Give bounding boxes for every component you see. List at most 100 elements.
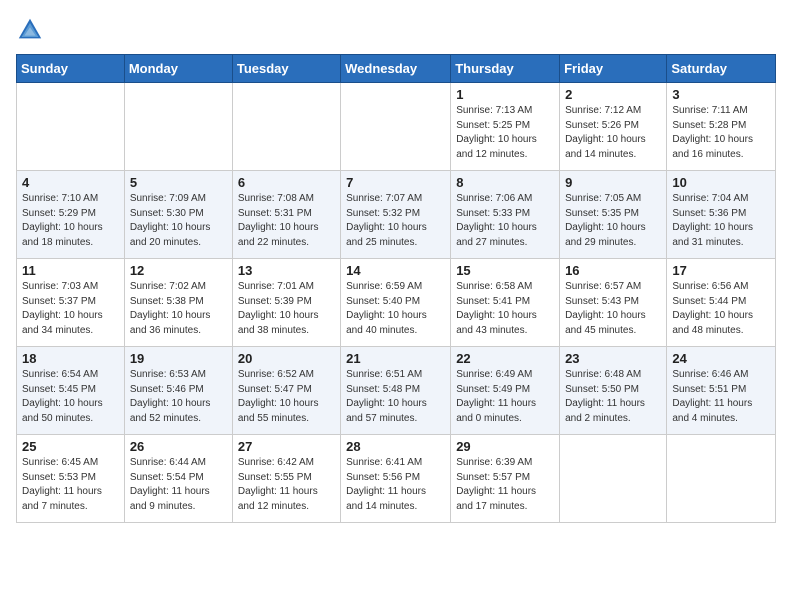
day-cell: 18 Sunrise: 6:54 AM Sunset: 5:45 PM Dayli… (17, 347, 125, 435)
header-day-thursday: Thursday (451, 55, 560, 83)
day-info: Sunrise: 7:05 AM Sunset: 5:35 PM Dayligh… (565, 192, 661, 250)
day-cell: 27Sunrise: 6:42 AM Sunset: 5:55 PM Dayli… (232, 435, 340, 523)
day-number: 24 (672, 351, 770, 366)
day-info: Sunrise: 6:45 AM Sunset: 5:53 PM Dayligh… (22, 456, 119, 514)
day-cell: 8 Sunrise: 7:06 AM Sunset: 5:33 PM Daylig… (451, 171, 560, 259)
day-number: 17 (672, 263, 770, 278)
header (16, 16, 776, 44)
day-cell: 14 Sunrise: 6:59 AM Sunset: 5:40 PM Dayli… (341, 259, 451, 347)
day-number: 13 (238, 263, 335, 278)
day-number: 21 (346, 351, 445, 366)
day-cell: 16 Sunrise: 6:57 AM Sunset: 5:43 PM Dayli… (560, 259, 667, 347)
day-number: 3 (672, 87, 770, 102)
day-cell: 6 Sunrise: 7:08 AM Sunset: 5:31 PM Daylig… (232, 171, 340, 259)
day-info: Sunrise: 6:48 AM Sunset: 5:50 PM Dayligh… (565, 368, 661, 426)
day-info: Sunrise: 6:49 AM Sunset: 5:49 PM Dayligh… (456, 368, 554, 426)
day-info: Sunrise: 7:08 AM Sunset: 5:31 PM Dayligh… (238, 192, 335, 250)
day-cell: 12 Sunrise: 7:02 AM Sunset: 5:38 PM Dayli… (124, 259, 232, 347)
day-info: Sunrise: 7:09 AM Sunset: 5:30 PM Dayligh… (130, 192, 227, 250)
day-info: Sunrise: 6:46 AM Sunset: 5:51 PM Dayligh… (672, 368, 770, 426)
day-cell: 24 Sunrise: 6:46 AM Sunset: 5:51 PM Dayli… (667, 347, 776, 435)
day-number: 12 (130, 263, 227, 278)
day-cell (17, 83, 125, 171)
day-cell: 3 Sunrise: 7:11 AM Sunset: 5:28 PM Daylig… (667, 83, 776, 171)
day-number: 4 (22, 175, 119, 190)
day-number: 10 (672, 175, 770, 190)
day-cell (667, 435, 776, 523)
day-number: 18 (22, 351, 119, 366)
day-number: 23 (565, 351, 661, 366)
day-info: Sunrise: 7:06 AM Sunset: 5:33 PM Dayligh… (456, 192, 554, 250)
day-number: 2 (565, 87, 661, 102)
day-number: 9 (565, 175, 661, 190)
day-info: Sunrise: 6:56 AM Sunset: 5:44 PM Dayligh… (672, 280, 770, 338)
day-cell: 15 Sunrise: 6:58 AM Sunset: 5:41 PM Dayli… (451, 259, 560, 347)
day-info: Sunrise: 6:54 AM Sunset: 5:45 PM Dayligh… (22, 368, 119, 426)
day-number: 26 (130, 439, 227, 454)
day-cell: 21 Sunrise: 6:51 AM Sunset: 5:48 PM Dayli… (341, 347, 451, 435)
header-row: SundayMondayTuesdayWednesdayThursdayFrid… (17, 55, 776, 83)
day-number: 20 (238, 351, 335, 366)
day-info: Sunrise: 6:59 AM Sunset: 5:40 PM Dayligh… (346, 280, 445, 338)
day-info: Sunrise: 6:52 AM Sunset: 5:47 PM Dayligh… (238, 368, 335, 426)
header-day-sunday: Sunday (17, 55, 125, 83)
header-day-tuesday: Tuesday (232, 55, 340, 83)
calendar-header: SundayMondayTuesdayWednesdayThursdayFrid… (17, 55, 776, 83)
day-cell: 13 Sunrise: 7:01 AM Sunset: 5:39 PM Dayli… (232, 259, 340, 347)
day-info: Sunrise: 7:02 AM Sunset: 5:38 PM Dayligh… (130, 280, 227, 338)
day-info: Sunrise: 6:58 AM Sunset: 5:41 PM Dayligh… (456, 280, 554, 338)
calendar: SundayMondayTuesdayWednesdayThursdayFrid… (16, 54, 776, 523)
header-day-friday: Friday (560, 55, 667, 83)
week-row-2: 11 Sunrise: 7:03 AM Sunset: 5:37 PM Dayli… (17, 259, 776, 347)
day-number: 16 (565, 263, 661, 278)
day-cell (560, 435, 667, 523)
calendar-body: 1Sunrise: 7:13 AM Sunset: 5:25 PM Daylig… (17, 83, 776, 523)
day-cell (124, 83, 232, 171)
day-info: Sunrise: 6:51 AM Sunset: 5:48 PM Dayligh… (346, 368, 445, 426)
day-cell: 9 Sunrise: 7:05 AM Sunset: 5:35 PM Daylig… (560, 171, 667, 259)
day-number: 15 (456, 263, 554, 278)
day-number: 29 (456, 439, 554, 454)
day-number: 8 (456, 175, 554, 190)
week-row-0: 1Sunrise: 7:13 AM Sunset: 5:25 PM Daylig… (17, 83, 776, 171)
day-cell: 11 Sunrise: 7:03 AM Sunset: 5:37 PM Dayli… (17, 259, 125, 347)
day-cell (341, 83, 451, 171)
day-cell: 22 Sunrise: 6:49 AM Sunset: 5:49 PM Dayli… (451, 347, 560, 435)
day-cell: 7Sunrise: 7:07 AM Sunset: 5:32 PM Daylig… (341, 171, 451, 259)
day-info: Sunrise: 7:01 AM Sunset: 5:39 PM Dayligh… (238, 280, 335, 338)
day-number: 22 (456, 351, 554, 366)
day-cell: 4 Sunrise: 7:10 AM Sunset: 5:29 PM Daylig… (17, 171, 125, 259)
logo (16, 16, 48, 44)
day-number: 6 (238, 175, 335, 190)
week-row-4: 25 Sunrise: 6:45 AM Sunset: 5:53 PM Dayli… (17, 435, 776, 523)
day-info: Sunrise: 7:11 AM Sunset: 5:28 PM Dayligh… (672, 104, 770, 162)
header-day-saturday: Saturday (667, 55, 776, 83)
day-info: Sunrise: 7:03 AM Sunset: 5:37 PM Dayligh… (22, 280, 119, 338)
day-cell: 26 Sunrise: 6:44 AM Sunset: 5:54 PM Dayli… (124, 435, 232, 523)
logo-icon (16, 16, 44, 44)
day-info: Sunrise: 6:57 AM Sunset: 5:43 PM Dayligh… (565, 280, 661, 338)
day-number: 5 (130, 175, 227, 190)
day-info: Sunrise: 6:42 AM Sunset: 5:55 PM Dayligh… (238, 456, 335, 514)
day-info: Sunrise: 7:04 AM Sunset: 5:36 PM Dayligh… (672, 192, 770, 250)
day-cell: 23 Sunrise: 6:48 AM Sunset: 5:50 PM Dayli… (560, 347, 667, 435)
day-cell: 25 Sunrise: 6:45 AM Sunset: 5:53 PM Dayli… (17, 435, 125, 523)
day-info: Sunrise: 6:41 AM Sunset: 5:56 PM Dayligh… (346, 456, 445, 514)
day-cell: 17 Sunrise: 6:56 AM Sunset: 5:44 PM Dayli… (667, 259, 776, 347)
day-info: Sunrise: 6:44 AM Sunset: 5:54 PM Dayligh… (130, 456, 227, 514)
day-cell: 20 Sunrise: 6:52 AM Sunset: 5:47 PM Dayli… (232, 347, 340, 435)
day-cell: 19Sunrise: 6:53 AM Sunset: 5:46 PM Dayli… (124, 347, 232, 435)
day-info: Sunrise: 6:39 AM Sunset: 5:57 PM Dayligh… (456, 456, 554, 514)
day-number: 28 (346, 439, 445, 454)
day-number: 11 (22, 263, 119, 278)
day-number: 14 (346, 263, 445, 278)
day-number: 25 (22, 439, 119, 454)
week-row-3: 18 Sunrise: 6:54 AM Sunset: 5:45 PM Dayli… (17, 347, 776, 435)
header-day-wednesday: Wednesday (341, 55, 451, 83)
day-info: Sunrise: 7:10 AM Sunset: 5:29 PM Dayligh… (22, 192, 119, 250)
day-cell: 1Sunrise: 7:13 AM Sunset: 5:25 PM Daylig… (451, 83, 560, 171)
day-cell: 29 Sunrise: 6:39 AM Sunset: 5:57 PM Dayli… (451, 435, 560, 523)
day-cell: 28 Sunrise: 6:41 AM Sunset: 5:56 PM Dayli… (341, 435, 451, 523)
day-cell: 5 Sunrise: 7:09 AM Sunset: 5:30 PM Daylig… (124, 171, 232, 259)
day-number: 7 (346, 175, 445, 190)
